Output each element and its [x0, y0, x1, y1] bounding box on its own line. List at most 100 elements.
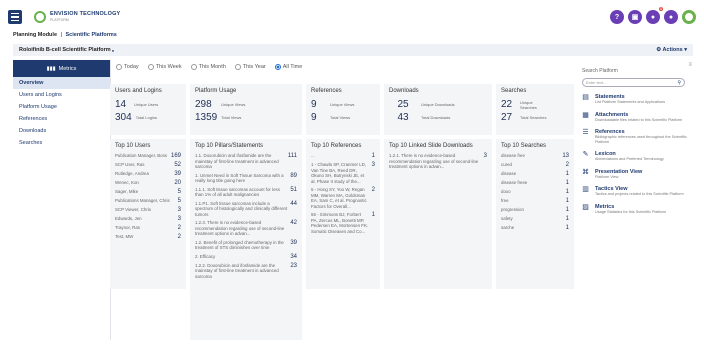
references-card: References 9 Unique Views 9 Total Views [306, 84, 380, 135]
panel-item-presentation-view[interactable]: ⌘ Presentation View Platform View [582, 169, 694, 180]
panel-item-desc: Bibliographic references used throughout… [595, 135, 687, 144]
list-item[interactable]: Rutledge, Andrea 39 [115, 171, 181, 177]
panel-item-name[interactable]: Presentation View [595, 169, 642, 175]
item-count: 1 [565, 198, 569, 204]
list-item[interactable]: disease 1 [501, 171, 569, 177]
list-item[interactable]: safety 1 [501, 216, 569, 222]
filter-label: Today [124, 64, 139, 70]
unique-searches-value: 22 [501, 99, 513, 110]
filter-this-month[interactable]: This Month [190, 64, 226, 70]
list-item[interactable]: 1.1.P1. Soft tissue sarcomas include a s… [195, 201, 297, 218]
sidebar-item-overview[interactable]: Overview [13, 77, 110, 89]
help-icon[interactable]: ? [610, 10, 624, 24]
menu-icon[interactable] [8, 10, 22, 24]
search-icon[interactable]: ⚲ [677, 80, 681, 86]
list-item[interactable]: ... 1 [311, 153, 375, 159]
list-item[interactable]: 1.1. Doxorubicin and ifosfamide are the … [195, 153, 297, 170]
list-item[interactable]: 1.2. Benefit of prolonged chemotherapy i… [195, 240, 297, 251]
breadcrumb-current[interactable]: Scientific Platforms [66, 32, 117, 38]
panel-menu-icon[interactable]: ≡ [688, 62, 692, 68]
actions-button[interactable]: ⚙ Actions ▾ [656, 47, 687, 53]
list-item[interactable]: SCP Viewer, Chris 3 [115, 207, 181, 213]
sidebar-item-searches[interactable]: Searches [13, 137, 110, 149]
metrics-header-label: Metrics [58, 65, 77, 72]
item-label: Publication Manager, Boss [115, 153, 167, 158]
item-label: Wenec, Kon [115, 180, 139, 185]
panel-item-attachments[interactable]: ▦ Attachments Downloadable files related t… [582, 112, 694, 123]
ref-unique-label: Unique Views [330, 102, 355, 107]
list-item[interactable]: sarche 1 [501, 225, 569, 231]
radio-icon[interactable] [147, 64, 154, 70]
panel-item-references[interactable]: ☰ References Bibliographic references used… [582, 129, 694, 144]
item-count: 2 [565, 162, 569, 168]
item-count: 39 [290, 239, 297, 246]
top-icons: ? ▣ ● 1 ● [610, 7, 696, 24]
user-icon[interactable]: ● [664, 10, 678, 24]
item-count: 2 [371, 187, 375, 193]
list-item[interactable]: free 1 [501, 198, 569, 204]
list-item[interactable]: Wenec, Kon 20 [115, 180, 181, 186]
list-item[interactable]: 2. Efficacy 34 [195, 254, 297, 260]
card-title: Searches [501, 88, 527, 94]
item-count: 111 [287, 153, 297, 159]
list-item[interactable]: 1.2.2. Doxorubicin and ifosfamide are th… [195, 263, 297, 280]
list-item[interactable]: Sager, Mike 5 [115, 189, 181, 195]
list-item[interactable]: Test, MW 2 [115, 234, 181, 240]
presentation-icon: ⌘ [582, 168, 589, 176]
item-label: SCP User, Ras [115, 162, 145, 167]
users-logins-card: Users and Logins 14 Unique Users 304 Total… [110, 84, 186, 135]
panel-item-tactics-view[interactable]: ▥ Tactics View Tactics and projects relate… [582, 186, 694, 197]
list-item[interactable]: Edwards, Jen 3 [115, 216, 181, 222]
list-item[interactable]: 1 - Chawla SP, Cranmer LD, Van Tine BA, … [311, 162, 375, 184]
list-item[interactable]: doxo 1 [501, 189, 569, 195]
item-label: 1. Unmet Need in Soft Tissue Sarcoma wit… [195, 172, 284, 184]
sidebar-item-users-and-logins[interactable]: Users and Logins [13, 89, 110, 101]
list-item[interactable]: 55 - Simmons BJ, Forbert PA, Zercus ML, … [311, 212, 375, 234]
list-item[interactable]: 1. Unmet Need in Soft Tissue Sarcoma wit… [195, 173, 297, 184]
item-label: 2. Efficacy [195, 253, 216, 259]
filter-this-week[interactable]: This Week [147, 64, 182, 70]
list-item[interactable]: disease free 13 [501, 153, 569, 159]
sidebar-item-downloads[interactable]: Downloads [13, 125, 110, 137]
notifications-icon[interactable]: ● 1 [646, 7, 663, 24]
list-item[interactable]: Publication Manager, Boss 169 [115, 153, 181, 159]
search-platform-input[interactable]: Enter text... ⚲ [582, 78, 685, 87]
sidebar-item-platform-usage[interactable]: Platform Usage [13, 101, 110, 113]
panel-item-lexicon[interactable]: ✎ Lexicon Abbreviations and Preferred Term… [582, 151, 694, 162]
radio-icon[interactable] [116, 64, 122, 70]
info-icon[interactable]: ● [112, 48, 114, 53]
item-label: Publications Manager, Chris [115, 198, 170, 203]
item-count: 23 [290, 262, 297, 269]
unique-views-value: 298 [195, 99, 212, 110]
total-views-value: 1359 [195, 112, 218, 123]
radio-icon[interactable] [234, 64, 241, 70]
list-item[interactable]: 1.2.1. There is no evidence-based recomm… [389, 153, 487, 170]
radio-icon[interactable] [274, 64, 281, 70]
filter-all-time[interactable]: All Time [274, 64, 302, 70]
status-icon[interactable] [682, 10, 696, 24]
brand-logo[interactable]: ENVISION TECHNOLOGY PLATFORM [34, 11, 120, 23]
list-item[interactable]: 1.1.1. Soft tissue sarcomas account for … [195, 187, 297, 198]
list-item[interactable]: SCP User, Ras 52 [115, 162, 181, 168]
list-item[interactable]: 1.2.3. There is no evidence-based recomm… [195, 220, 297, 237]
list-item[interactable]: disease freee 1 [501, 180, 569, 186]
panel-item-metrics[interactable]: ▨ Metrics Usage Statistics for this Scient… [582, 204, 694, 215]
list-item[interactable]: Traynor, Ras 2 [115, 225, 181, 231]
list-item[interactable]: Publications Manager, Chris 5 [115, 198, 181, 204]
list-item[interactable]: progression 1 [501, 207, 569, 213]
filter-today[interactable]: Today [116, 64, 139, 70]
unique-downloads-value: 25 [397, 99, 409, 110]
breadcrumb-root[interactable]: Planning Module [13, 32, 57, 38]
list-item[interactable]: cured 2 [501, 162, 569, 168]
item-count: 1 [565, 171, 569, 177]
alerts-icon[interactable]: ▣ [628, 10, 642, 24]
item-count: 44 [290, 200, 297, 207]
filter-this-year[interactable]: This Year [234, 64, 266, 70]
radio-icon[interactable] [190, 64, 197, 70]
unique-views-label: Unique Views [221, 102, 246, 107]
item-label: doxo [501, 189, 511, 194]
sidebar-item-references[interactable]: References [13, 113, 110, 125]
list-item[interactable]: 5 - Hong SY, Yoo W, Regan MM, Warren MA,… [311, 187, 375, 209]
panel-item-statements[interactable]: ▤ Statements List Platform Statements and … [582, 94, 694, 105]
item-label: disease freee [501, 180, 528, 185]
